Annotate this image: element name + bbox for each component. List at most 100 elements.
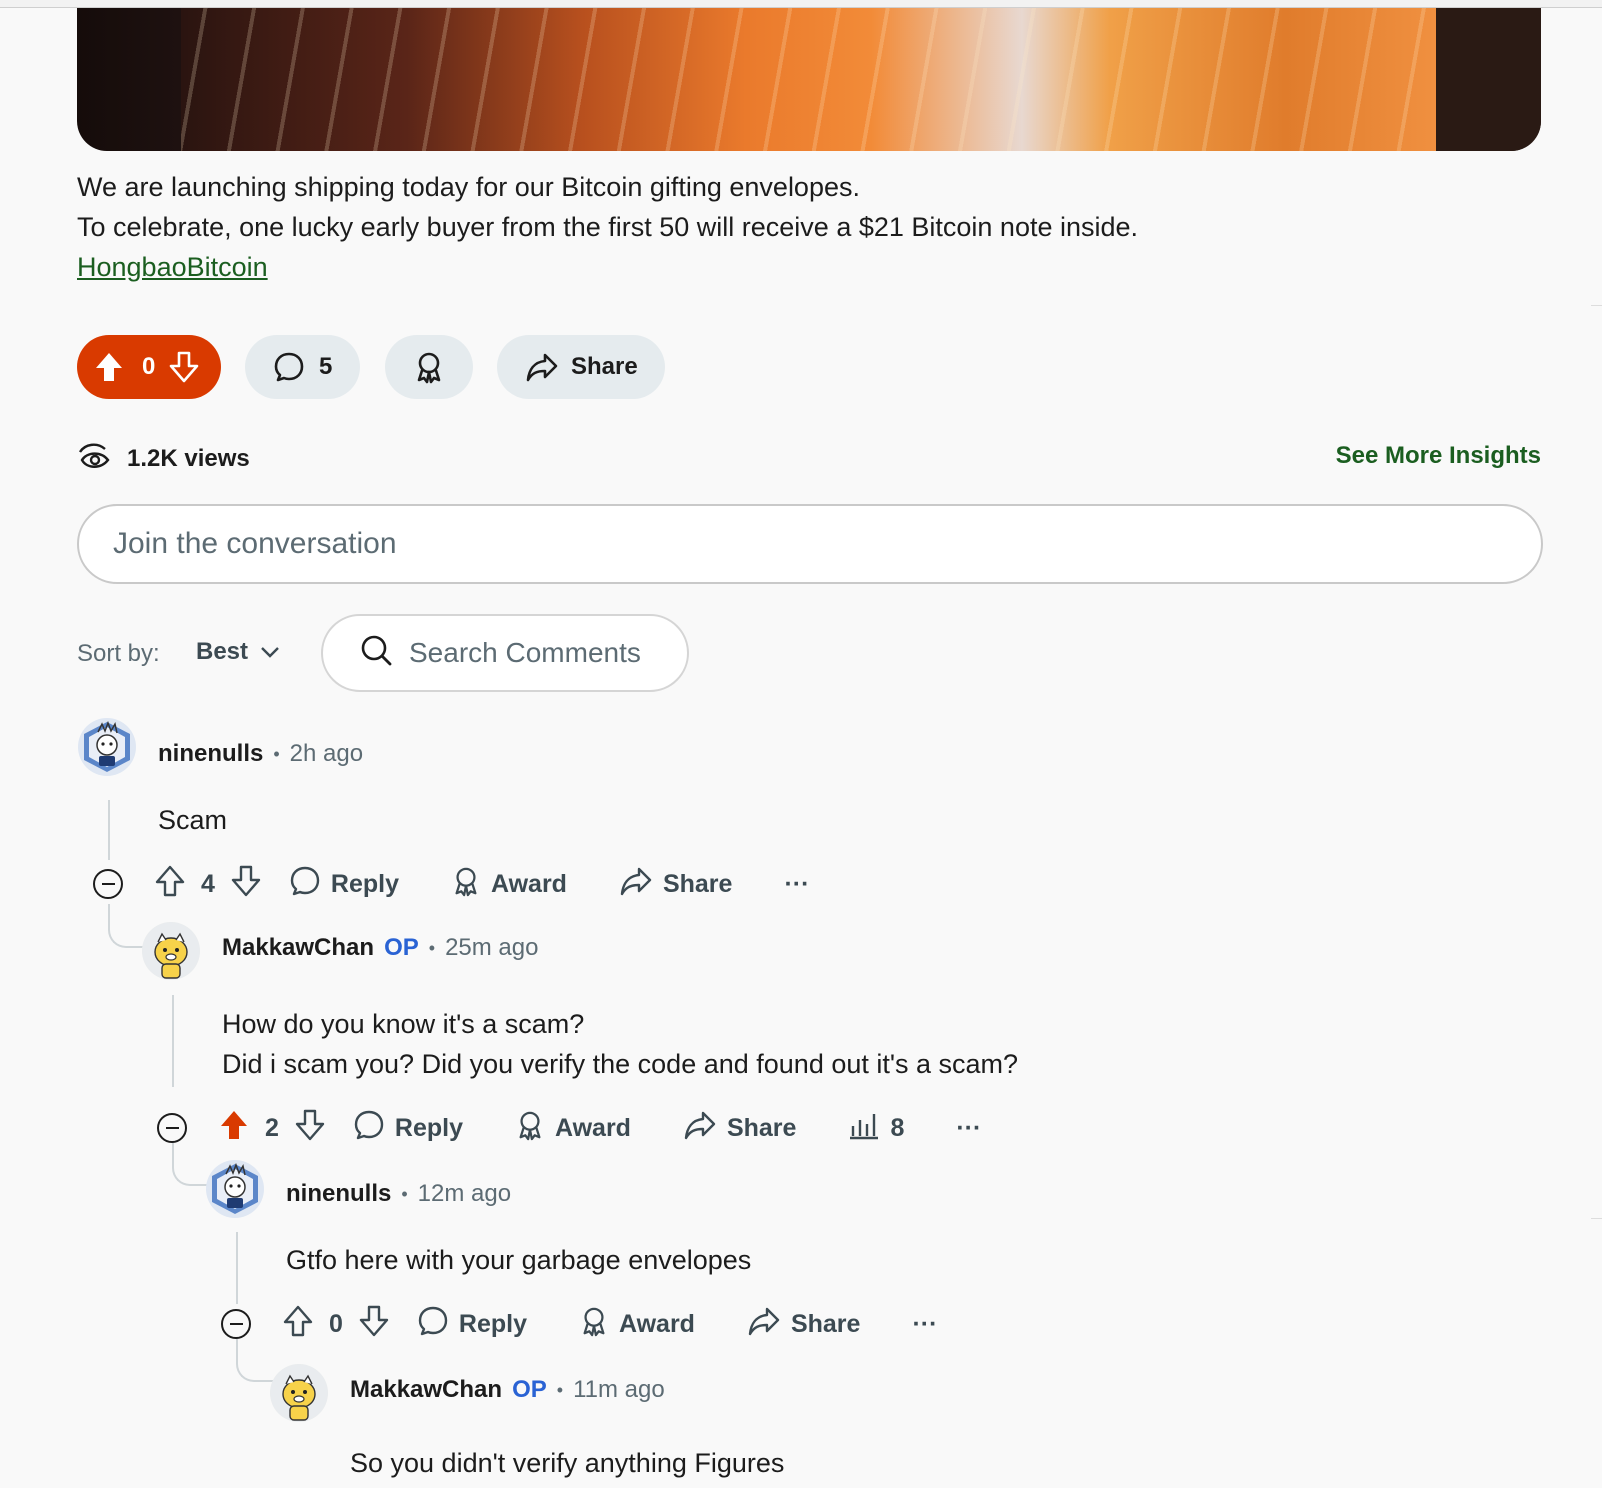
comment-author[interactable]: ninenulls [286,1180,391,1208]
right-divider [1591,1218,1602,1219]
join-conversation-input[interactable] [111,526,1495,562]
comment-icon [273,351,305,383]
comment-vote: 2 [219,1109,325,1148]
comment-icon [289,865,321,904]
award-label: Award [491,869,567,898]
comment-action-row: 4 Reply Award Share ··· [93,864,809,904]
comment-count: 5 [319,353,333,380]
meta-separator: • [556,1379,564,1400]
search-comments-placeholder: Search Comments [409,637,641,668]
comment-timestamp: 12m ago [417,1180,512,1207]
comment-icon [353,1109,385,1148]
comment-meta: MakkawChan OP • 25m ago [222,934,538,962]
view-count: 1.2K views [77,438,250,479]
avatar[interactable] [206,1160,264,1218]
right-divider [1591,305,1602,306]
share-icon [619,865,653,904]
share-button[interactable]: Share [497,335,665,399]
comment-vote: 4 [155,865,261,904]
share-icon [525,351,559,383]
thread-line [172,995,174,1087]
share-button[interactable]: Share [747,1305,860,1344]
avatar[interactable] [142,922,200,980]
more-options-button[interactable]: ··· [784,870,809,899]
comment-action-row: 2 Reply Award Share 8 ··· [157,1108,981,1148]
share-label: Share [571,353,638,380]
reply-button[interactable]: Reply [353,1109,463,1148]
upvote-icon[interactable] [219,1109,249,1148]
op-badge: OP [384,934,419,961]
post-image[interactable] [77,8,1541,151]
thread-line [108,800,110,860]
award-label: Award [619,1309,695,1338]
sort-value: Best [196,638,249,665]
comment-author[interactable]: MakkawChan [350,1376,502,1404]
bar-chart-icon [848,1110,880,1147]
insights-button[interactable]: 8 [848,1110,904,1147]
comment-text-line: How do you know it's a scam? [222,1009,585,1039]
award-button[interactable]: Award [515,1109,631,1148]
comment-timestamp: 2h ago [289,740,364,767]
more-options-button[interactable]: ··· [956,1114,981,1143]
avatar[interactable] [270,1364,328,1422]
collapse-thread-button[interactable] [157,1113,187,1143]
view-count-text: 1.2K views [127,444,250,472]
upvote-icon[interactable] [283,1305,313,1344]
comment-action-row: 0 Reply Award Share ··· [221,1304,937,1344]
comment-meta: ninenulls • 2h ago [158,740,363,768]
comment-icon [417,1305,449,1344]
meta-separator: • [273,743,280,764]
comment-meta: MakkawChan OP • 11m ago [350,1376,665,1404]
share-icon [683,1109,717,1148]
search-icon [359,633,393,674]
sort-label: Sort by: [77,640,160,667]
comments-button[interactable]: 5 [245,335,360,399]
post-link[interactable]: HongbaoBitcoin [77,252,268,282]
avatar[interactable] [78,718,136,776]
share-button[interactable]: Share [683,1109,796,1148]
comment-author[interactable]: MakkawChan [222,934,374,962]
reply-button[interactable]: Reply [417,1305,527,1344]
comment-vote-count: 4 [201,869,215,898]
downvote-icon[interactable] [359,1305,389,1344]
eye-icon [77,438,111,479]
award-icon [515,1109,545,1148]
post-image-photo [181,8,1436,151]
post-body: We are launching shipping today for our … [77,167,1138,287]
comment-timestamp: 11m ago [573,1376,665,1403]
share-icon [747,1305,781,1344]
share-label: Share [726,1113,797,1142]
comment-text-line: Did i scam you? Did you verify the code … [222,1049,1019,1079]
award-label: Award [555,1113,631,1142]
share-label: Share [790,1309,861,1338]
share-button[interactable]: Share [619,865,732,904]
more-options-button[interactable]: ··· [912,1310,937,1339]
award-icon [451,865,481,904]
post-vote-pill: 0 [77,335,221,399]
award-button[interactable]: Award [451,865,567,904]
more-icon: ··· [784,869,810,898]
collapse-thread-button[interactable] [221,1309,251,1339]
upvote-icon[interactable] [94,351,124,383]
upvote-icon[interactable] [155,865,185,904]
downvote-icon[interactable] [295,1109,325,1148]
sort-dropdown[interactable]: Best [196,638,280,666]
award-button[interactable]: Award [579,1305,695,1344]
post-text-line: To celebrate, one lucky early buyer from… [77,212,1139,242]
post-image-letterbox [1436,8,1541,151]
reply-button[interactable]: Reply [289,865,399,904]
comment-body: Scam [158,800,227,840]
meta-separator: • [428,937,436,958]
downvote-icon[interactable] [231,865,261,904]
award-button[interactable] [385,335,473,399]
op-badge: OP [512,1376,547,1403]
collapse-thread-button[interactable] [93,869,123,899]
see-more-insights-link[interactable]: See More Insights [1336,442,1541,470]
search-comments-field[interactable]: Search Comments [321,614,689,692]
comment-composer[interactable] [77,504,1543,584]
reply-label: Reply [394,1113,463,1142]
thread-line [236,1232,238,1304]
comment-author[interactable]: ninenulls [158,740,263,768]
downvote-icon[interactable] [169,351,199,383]
post-text-line: We are launching shipping today for our … [77,172,860,202]
